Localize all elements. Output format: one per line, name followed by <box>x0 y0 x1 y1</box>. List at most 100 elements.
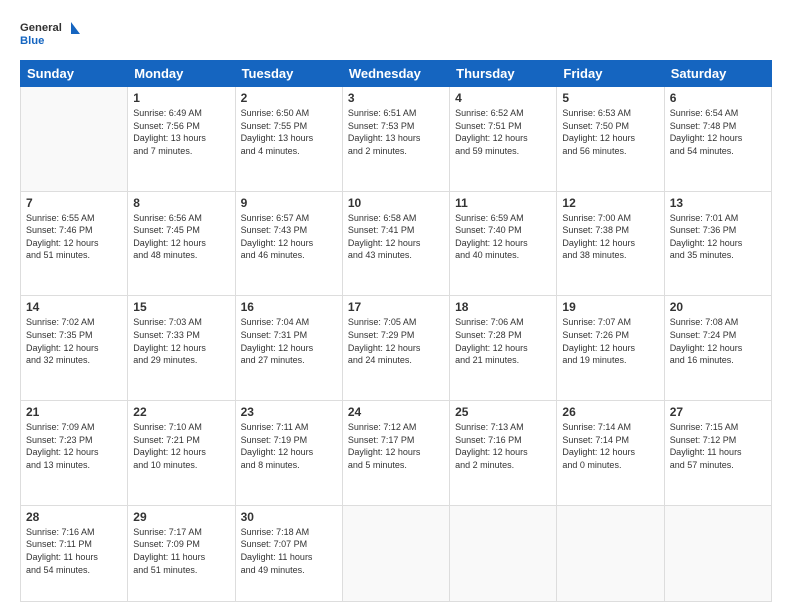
day-info: Sunrise: 7:15 AM Sunset: 7:12 PM Dayligh… <box>670 421 766 471</box>
calendar-cell: 6 Sunrise: 6:54 AM Sunset: 7:48 PM Daylig… <box>664 87 771 192</box>
calendar-cell: 4 Sunrise: 6:52 AM Sunset: 7:51 PM Daylig… <box>450 87 557 192</box>
calendar-cell: 27 Sunrise: 7:15 AM Sunset: 7:12 PM Dayli… <box>664 401 771 506</box>
calendar-week-row: 28 Sunrise: 7:16 AM Sunset: 7:11 PM Dayli… <box>21 505 772 601</box>
day-info: Sunrise: 7:02 AM Sunset: 7:35 PM Dayligh… <box>26 316 122 366</box>
day-number: 20 <box>670 300 766 314</box>
day-number: 27 <box>670 405 766 419</box>
calendar-header-sunday: Sunday <box>21 61 128 87</box>
day-info: Sunrise: 7:18 AM Sunset: 7:07 PM Dayligh… <box>241 526 337 576</box>
day-info: Sunrise: 6:53 AM Sunset: 7:50 PM Dayligh… <box>562 107 658 157</box>
calendar-cell: 5 Sunrise: 6:53 AM Sunset: 7:50 PM Daylig… <box>557 87 664 192</box>
day-info: Sunrise: 6:52 AM Sunset: 7:51 PM Dayligh… <box>455 107 551 157</box>
svg-text:Blue: Blue <box>20 35 44 47</box>
day-number: 8 <box>133 196 229 210</box>
calendar-cell: 22Sunrise: 7:10 AM Sunset: 7:21 PM Dayli… <box>128 401 235 506</box>
calendar-cell: 8 Sunrise: 6:56 AM Sunset: 7:45 PM Daylig… <box>128 191 235 296</box>
day-info: Sunrise: 6:57 AM Sunset: 7:43 PM Dayligh… <box>241 212 337 262</box>
day-number: 6 <box>670 91 766 105</box>
day-number: 29 <box>133 510 229 524</box>
day-number: 13 <box>670 196 766 210</box>
day-info: Sunrise: 7:14 AM Sunset: 7:14 PM Dayligh… <box>562 421 658 471</box>
calendar-cell: 3Sunrise: 6:51 AM Sunset: 7:53 PM Daylig… <box>342 87 449 192</box>
day-number: 12 <box>562 196 658 210</box>
calendar-cell: 13 Sunrise: 7:01 AM Sunset: 7:36 PM Dayli… <box>664 191 771 296</box>
calendar-cell: 11 Sunrise: 6:59 AM Sunset: 7:40 PM Dayli… <box>450 191 557 296</box>
calendar-header-friday: Friday <box>557 61 664 87</box>
logo: GeneralBlue <box>20 16 80 52</box>
calendar-cell: 12 Sunrise: 7:00 AM Sunset: 7:38 PM Dayli… <box>557 191 664 296</box>
day-info: Sunrise: 7:09 AM Sunset: 7:23 PM Dayligh… <box>26 421 122 471</box>
calendar-cell: 19Sunrise: 7:07 AM Sunset: 7:26 PM Dayli… <box>557 296 664 401</box>
calendar-cell: 7 Sunrise: 6:55 AM Sunset: 7:46 PM Daylig… <box>21 191 128 296</box>
day-info: Sunrise: 7:04 AM Sunset: 7:31 PM Dayligh… <box>241 316 337 366</box>
day-number: 14 <box>26 300 122 314</box>
day-info: Sunrise: 7:01 AM Sunset: 7:36 PM Dayligh… <box>670 212 766 262</box>
calendar-cell <box>450 505 557 601</box>
calendar-cell: 28 Sunrise: 7:16 AM Sunset: 7:11 PM Dayli… <box>21 505 128 601</box>
day-info: Sunrise: 7:12 AM Sunset: 7:17 PM Dayligh… <box>348 421 444 471</box>
calendar-cell <box>21 87 128 192</box>
calendar-header-monday: Monday <box>128 61 235 87</box>
day-info: Sunrise: 7:11 AM Sunset: 7:19 PM Dayligh… <box>241 421 337 471</box>
calendar-cell: 23 Sunrise: 7:11 AM Sunset: 7:19 PM Dayli… <box>235 401 342 506</box>
calendar-cell: 30 Sunrise: 7:18 AM Sunset: 7:07 PM Dayli… <box>235 505 342 601</box>
calendar-header-row: SundayMondayTuesdayWednesdayThursdayFrid… <box>21 61 772 87</box>
day-number: 26 <box>562 405 658 419</box>
calendar-header-tuesday: Tuesday <box>235 61 342 87</box>
day-number: 23 <box>241 405 337 419</box>
day-number: 5 <box>562 91 658 105</box>
calendar-cell: 16 Sunrise: 7:04 AM Sunset: 7:31 PM Dayli… <box>235 296 342 401</box>
day-info: Sunrise: 6:56 AM Sunset: 7:45 PM Dayligh… <box>133 212 229 262</box>
day-info: Sunrise: 7:16 AM Sunset: 7:11 PM Dayligh… <box>26 526 122 576</box>
day-info: Sunrise: 6:50 AM Sunset: 7:55 PM Dayligh… <box>241 107 337 157</box>
day-info: Sunrise: 6:54 AM Sunset: 7:48 PM Dayligh… <box>670 107 766 157</box>
day-number: 15 <box>133 300 229 314</box>
calendar-header-saturday: Saturday <box>664 61 771 87</box>
day-number: 4 <box>455 91 551 105</box>
day-number: 16 <box>241 300 337 314</box>
day-info: Sunrise: 7:08 AM Sunset: 7:24 PM Dayligh… <box>670 316 766 366</box>
calendar-week-row: 21 Sunrise: 7:09 AM Sunset: 7:23 PM Dayli… <box>21 401 772 506</box>
day-number: 2 <box>241 91 337 105</box>
calendar-cell: 20 Sunrise: 7:08 AM Sunset: 7:24 PM Dayli… <box>664 296 771 401</box>
calendar-cell: 1 Sunrise: 6:49 AM Sunset: 7:56 PM Daylig… <box>128 87 235 192</box>
day-info: Sunrise: 7:17 AM Sunset: 7:09 PM Dayligh… <box>133 526 229 576</box>
day-number: 25 <box>455 405 551 419</box>
day-info: Sunrise: 7:07 AM Sunset: 7:26 PM Dayligh… <box>562 316 658 366</box>
day-number: 30 <box>241 510 337 524</box>
calendar-week-row: 14 Sunrise: 7:02 AM Sunset: 7:35 PM Dayli… <box>21 296 772 401</box>
logo-icon: GeneralBlue <box>20 16 80 52</box>
day-number: 28 <box>26 510 122 524</box>
day-info: Sunrise: 6:59 AM Sunset: 7:40 PM Dayligh… <box>455 212 551 262</box>
calendar-week-row: 1 Sunrise: 6:49 AM Sunset: 7:56 PM Daylig… <box>21 87 772 192</box>
calendar-cell: 14 Sunrise: 7:02 AM Sunset: 7:35 PM Dayli… <box>21 296 128 401</box>
svg-text:General: General <box>20 22 62 34</box>
calendar-cell: 25 Sunrise: 7:13 AM Sunset: 7:16 PM Dayli… <box>450 401 557 506</box>
calendar-cell: 17Sunrise: 7:05 AM Sunset: 7:29 PM Dayli… <box>342 296 449 401</box>
day-info: Sunrise: 6:51 AM Sunset: 7:53 PM Dayligh… <box>348 107 444 157</box>
calendar-header-wednesday: Wednesday <box>342 61 449 87</box>
day-number: 21 <box>26 405 122 419</box>
calendar-cell: 18Sunrise: 7:06 AM Sunset: 7:28 PM Dayli… <box>450 296 557 401</box>
day-info: Sunrise: 7:13 AM Sunset: 7:16 PM Dayligh… <box>455 421 551 471</box>
day-info: Sunrise: 7:05 AM Sunset: 7:29 PM Dayligh… <box>348 316 444 366</box>
calendar-header-thursday: Thursday <box>450 61 557 87</box>
calendar-cell: 26 Sunrise: 7:14 AM Sunset: 7:14 PM Dayli… <box>557 401 664 506</box>
day-number: 9 <box>241 196 337 210</box>
calendar-cell: 2 Sunrise: 6:50 AM Sunset: 7:55 PM Daylig… <box>235 87 342 192</box>
day-number: 1 <box>133 91 229 105</box>
day-info: Sunrise: 7:00 AM Sunset: 7:38 PM Dayligh… <box>562 212 658 262</box>
calendar-cell <box>664 505 771 601</box>
calendar-cell: 24 Sunrise: 7:12 AM Sunset: 7:17 PM Dayli… <box>342 401 449 506</box>
day-info: Sunrise: 7:03 AM Sunset: 7:33 PM Dayligh… <box>133 316 229 366</box>
day-info: Sunrise: 7:10 AM Sunset: 7:21 PM Dayligh… <box>133 421 229 471</box>
calendar-cell: 21 Sunrise: 7:09 AM Sunset: 7:23 PM Dayli… <box>21 401 128 506</box>
day-info: Sunrise: 6:55 AM Sunset: 7:46 PM Dayligh… <box>26 212 122 262</box>
day-number: 24 <box>348 405 444 419</box>
day-number: 11 <box>455 196 551 210</box>
day-info: Sunrise: 6:58 AM Sunset: 7:41 PM Dayligh… <box>348 212 444 262</box>
calendar-cell: 10Sunrise: 6:58 AM Sunset: 7:41 PM Dayli… <box>342 191 449 296</box>
calendar-week-row: 7 Sunrise: 6:55 AM Sunset: 7:46 PM Daylig… <box>21 191 772 296</box>
day-number: 7 <box>26 196 122 210</box>
day-info: Sunrise: 6:49 AM Sunset: 7:56 PM Dayligh… <box>133 107 229 157</box>
